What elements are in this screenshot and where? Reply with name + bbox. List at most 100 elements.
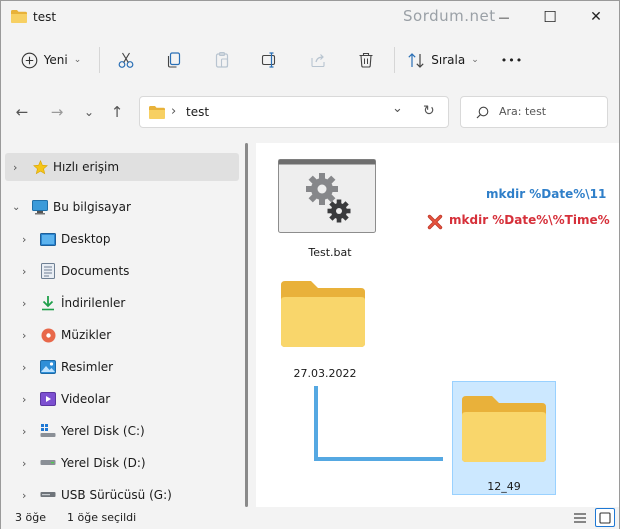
chevron-down-icon: ⌄ bbox=[73, 55, 82, 65]
chevron-right-icon[interactable]: › bbox=[22, 329, 26, 342]
paste-button[interactable] bbox=[207, 45, 237, 75]
star-icon bbox=[32, 159, 48, 175]
sidebar-item-local-disk-d[interactable]: › Yerel Disk (D:) bbox=[1, 449, 239, 477]
file-list: Test.bat mkdir %Date%\11 mkdir %Date%\%T… bbox=[256, 143, 619, 507]
back-button[interactable]: ← bbox=[11, 101, 33, 123]
documents-icon bbox=[40, 263, 56, 279]
chevron-right-icon[interactable]: › bbox=[22, 297, 26, 310]
title-bar[interactable]: test Sordum.net — ☐ ✕ bbox=[1, 1, 619, 33]
minimize-button[interactable]: — bbox=[481, 1, 527, 33]
download-icon bbox=[40, 295, 56, 311]
videos-icon bbox=[40, 391, 56, 407]
new-label: Yeni bbox=[43, 53, 68, 67]
folder-item-27-03-2022[interactable]: 27.03.2022 bbox=[270, 273, 390, 383]
breadcrumb-test[interactable]: test bbox=[186, 105, 209, 119]
navigation-row: ← → ⌄ ↑ › test ⌄ ↻ bbox=[1, 89, 619, 135]
chevron-right-icon[interactable]: › bbox=[22, 361, 26, 374]
chevron-down-icon: ⌄ bbox=[83, 105, 95, 119]
close-button[interactable]: ✕ bbox=[573, 1, 619, 33]
rename-button[interactable] bbox=[255, 45, 285, 75]
more-options-button[interactable]: ••• bbox=[497, 45, 527, 75]
folder-icon bbox=[11, 10, 27, 23]
desktop-icon bbox=[40, 231, 56, 247]
sidebar-item-label: Yerel Disk (D:) bbox=[61, 456, 146, 470]
chevron-right-icon[interactable]: › bbox=[22, 393, 26, 406]
chevron-right-icon[interactable]: › bbox=[22, 457, 26, 470]
copy-button[interactable] bbox=[159, 45, 189, 75]
pictures-icon bbox=[40, 359, 56, 375]
sort-icon bbox=[408, 52, 424, 68]
sidebar-item-label: Bu bilgisayar bbox=[53, 200, 131, 214]
cut-button[interactable] bbox=[111, 45, 141, 75]
details-view-button[interactable] bbox=[571, 509, 589, 526]
music-icon bbox=[40, 327, 56, 343]
item-count: 3 öğe bbox=[15, 511, 46, 524]
chevron-down-icon[interactable]: ⌄ bbox=[392, 101, 403, 116]
folder-name: 27.03.2022 bbox=[293, 367, 357, 380]
sidebar-item-documents[interactable]: › Documents bbox=[1, 257, 239, 285]
share-icon bbox=[311, 54, 325, 68]
maximize-icon: ☐ bbox=[543, 8, 557, 26]
arrow-right-icon: → bbox=[50, 103, 64, 121]
copy-icon bbox=[167, 52, 181, 68]
chevron-right-icon[interactable]: › bbox=[22, 489, 26, 502]
chevron-right-icon[interactable]: › bbox=[22, 425, 26, 438]
minimize-icon: — bbox=[498, 10, 510, 24]
address-bar[interactable]: › test ⌄ ↻ bbox=[139, 96, 449, 128]
sidebar-item-quick-access[interactable]: › Hızlı erişim bbox=[5, 153, 239, 181]
sort-button[interactable]: Sırala ⌄ bbox=[405, 45, 481, 75]
computer-icon bbox=[32, 199, 48, 215]
recent-locations-button[interactable]: ⌄ bbox=[78, 101, 100, 123]
large-icons-view-button[interactable] bbox=[595, 508, 615, 527]
up-button[interactable]: ↑ bbox=[106, 101, 128, 123]
folder-icon bbox=[149, 106, 165, 119]
window-title: test bbox=[33, 10, 57, 24]
file-item-test-bat[interactable]: Test.bat bbox=[270, 153, 390, 265]
arrow-left-icon: ← bbox=[15, 103, 29, 121]
batch-file-icon bbox=[278, 159, 376, 233]
breadcrumb-separator[interactable]: › bbox=[171, 104, 176, 119]
folder-icon bbox=[462, 396, 546, 462]
sidebar-item-label: USB Sürücüsü (G:) bbox=[61, 488, 172, 502]
maximize-button[interactable]: ☐ bbox=[527, 1, 573, 33]
chevron-right-icon[interactable]: › bbox=[22, 265, 26, 278]
delete-button[interactable] bbox=[351, 45, 381, 75]
drive-icon bbox=[40, 455, 56, 471]
sidebar-item-downloads[interactable]: › İndirilenler bbox=[1, 289, 239, 317]
sidebar-scrollbar[interactable] bbox=[245, 143, 248, 507]
toolbar-divider bbox=[99, 47, 100, 73]
search-box[interactable] bbox=[460, 96, 608, 128]
chevron-right-icon[interactable]: › bbox=[22, 233, 26, 246]
sidebar-item-local-disk-c[interactable]: › Yerel Disk (C:) bbox=[1, 417, 239, 445]
windows-drive-icon bbox=[40, 423, 56, 439]
trash-icon bbox=[359, 52, 373, 68]
paste-icon bbox=[215, 51, 229, 68]
sidebar-item-this-pc[interactable]: ⌄ Bu bilgisayar bbox=[1, 193, 239, 221]
sidebar-item-label: Desktop bbox=[61, 232, 111, 246]
sidebar-item-pictures[interactable]: › Resimler bbox=[1, 353, 239, 381]
forward-button[interactable]: → bbox=[46, 101, 68, 123]
chevron-down-icon: ⌄ bbox=[471, 55, 479, 65]
more-icon: ••• bbox=[500, 53, 524, 67]
sidebar-item-music[interactable]: › Müzikler bbox=[1, 321, 239, 349]
chevron-right-icon[interactable]: › bbox=[13, 161, 17, 174]
annotation-ok: mkdir %Date%\11 bbox=[486, 187, 607, 201]
search-input[interactable] bbox=[499, 105, 599, 118]
sidebar-item-usb-drive[interactable]: › USB Sürücüsü (G:) bbox=[1, 481, 239, 507]
status-bar: 3 öğe 1 öğe seçildi bbox=[1, 507, 619, 529]
large-icons-view-icon bbox=[599, 511, 611, 524]
sidebar-item-label: Videolar bbox=[61, 392, 111, 406]
sidebar-item-videos[interactable]: › Videolar bbox=[1, 385, 239, 413]
sidebar-item-desktop[interactable]: › Desktop bbox=[1, 225, 239, 253]
new-button[interactable]: Yeni ⌄ bbox=[13, 45, 89, 75]
plus-circle-icon bbox=[21, 52, 38, 68]
chevron-down-icon[interactable]: ⌄ bbox=[12, 202, 20, 213]
folder-name: 12_49 bbox=[487, 480, 521, 493]
connector-line bbox=[314, 386, 443, 461]
sidebar-item-label: Documents bbox=[61, 264, 130, 278]
cross-icon bbox=[427, 214, 443, 230]
scissors-icon bbox=[118, 52, 134, 68]
share-button[interactable] bbox=[303, 45, 333, 75]
folder-item-12-49[interactable]: 12_49 bbox=[452, 381, 556, 495]
refresh-icon[interactable]: ↻ bbox=[423, 103, 435, 119]
